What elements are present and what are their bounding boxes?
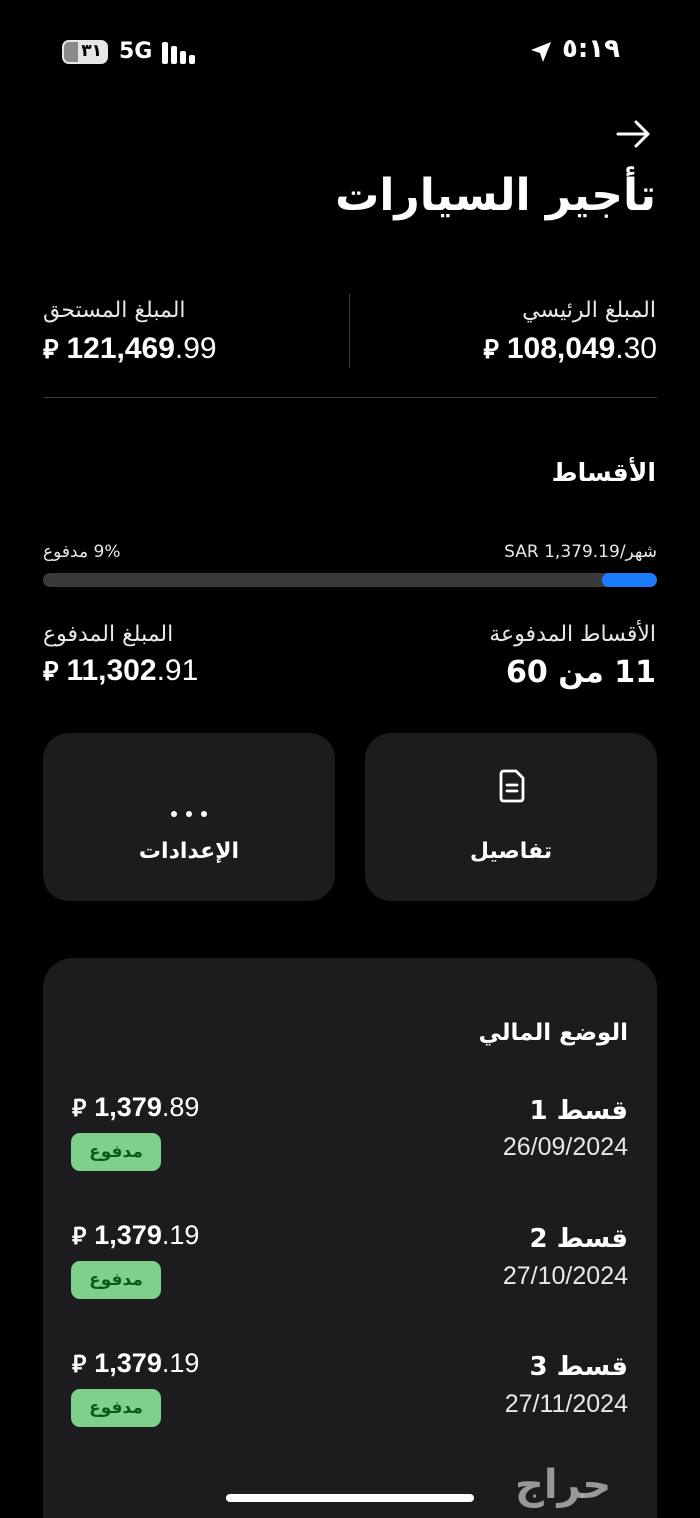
more-dots-icon	[171, 811, 207, 817]
due-amount: ⃁ 121,469.99	[43, 332, 217, 366]
settings-button[interactable]: الإعدادات	[43, 733, 335, 901]
amount-dec: .19	[161, 1348, 200, 1378]
paid-amount-label: المبلغ المدفوع	[43, 622, 174, 647]
due-dec: .99	[174, 332, 217, 365]
principal-int: 108,049	[506, 332, 616, 365]
amount-dec: .89	[161, 1092, 200, 1122]
status-bar: ٣١ 5G ٥:١٩	[0, 0, 700, 100]
installment-date: 27/10/2024	[502, 1262, 628, 1290]
battery-level: ٣١	[81, 41, 102, 61]
home-indicator[interactable]	[226, 1494, 474, 1502]
signal-icon	[162, 42, 200, 64]
progress-bar	[43, 573, 657, 587]
progress-fill	[601, 573, 657, 587]
clock: ٥:١٩	[562, 34, 621, 64]
riyal-icon: ⃁	[72, 1350, 87, 1378]
status-badge: مدفوع	[71, 1389, 161, 1427]
financial-status-title: الوضع المالي	[478, 1020, 628, 1046]
divider	[43, 397, 657, 398]
riyal-icon: ⃁	[43, 334, 59, 365]
due-label: المبلغ المستحق	[43, 298, 186, 323]
installment-amount: ⃁ 1,379.89	[72, 1092, 199, 1123]
monthly-amount: شهر/SAR 1,379.19	[504, 542, 657, 562]
installment-name: قسط 1	[529, 1096, 628, 1126]
summary-divider	[349, 294, 350, 368]
riyal-icon: ⃁	[43, 656, 59, 687]
paid-percent: 9% مدفوع	[43, 542, 121, 562]
installment-date: 26/09/2024	[502, 1133, 628, 1161]
amount-dec: .19	[161, 1220, 200, 1250]
riyal-icon: ⃁	[72, 1222, 87, 1250]
installment-amount: ⃁ 1,379.19	[72, 1348, 199, 1379]
paid-installments-label: الأقساط المدفوعة	[489, 622, 656, 647]
amount-int: 1,379	[94, 1092, 162, 1122]
principal-amount: ⃁ 108,049.30	[483, 332, 657, 366]
principal-label: المبلغ الرئيسي	[522, 298, 656, 323]
installment-date: 27/11/2024	[504, 1390, 628, 1418]
details-button[interactable]: تفاصيل	[365, 733, 657, 901]
settings-button-label: الإعدادات	[138, 839, 240, 864]
installment-name: قسط 3	[529, 1352, 628, 1382]
paid-installments-value: 11 من 60	[506, 655, 656, 690]
paid-amount: ⃁ 11,302.91	[43, 654, 198, 688]
riyal-icon: ⃁	[72, 1094, 87, 1122]
amount-int: 1,379	[94, 1348, 162, 1378]
status-badge: مدفوع	[71, 1261, 161, 1299]
location-arrow-icon	[531, 42, 551, 62]
details-button-label: تفاصيل	[469, 839, 553, 864]
due-int: 121,469	[66, 332, 175, 365]
principal-dec: .30	[615, 332, 657, 365]
riyal-icon: ⃁	[483, 334, 499, 365]
watermark-logo: حراج	[515, 1462, 612, 1508]
page-title: تأجير السيارات	[335, 170, 656, 221]
document-icon	[499, 769, 525, 803]
paid-amount-dec: .91	[156, 654, 199, 687]
status-badge: مدفوع	[71, 1133, 161, 1171]
arrow-right-icon[interactable]	[614, 114, 654, 154]
paid-amount-int: 11,302	[66, 654, 157, 687]
battery-icon: ٣١	[62, 40, 108, 64]
installments-heading: الأقساط	[551, 458, 656, 487]
network-type: 5G	[119, 39, 153, 64]
amount-int: 1,379	[94, 1220, 162, 1250]
installment-name: قسط 2	[529, 1224, 628, 1254]
installment-amount: ⃁ 1,379.19	[72, 1220, 199, 1251]
